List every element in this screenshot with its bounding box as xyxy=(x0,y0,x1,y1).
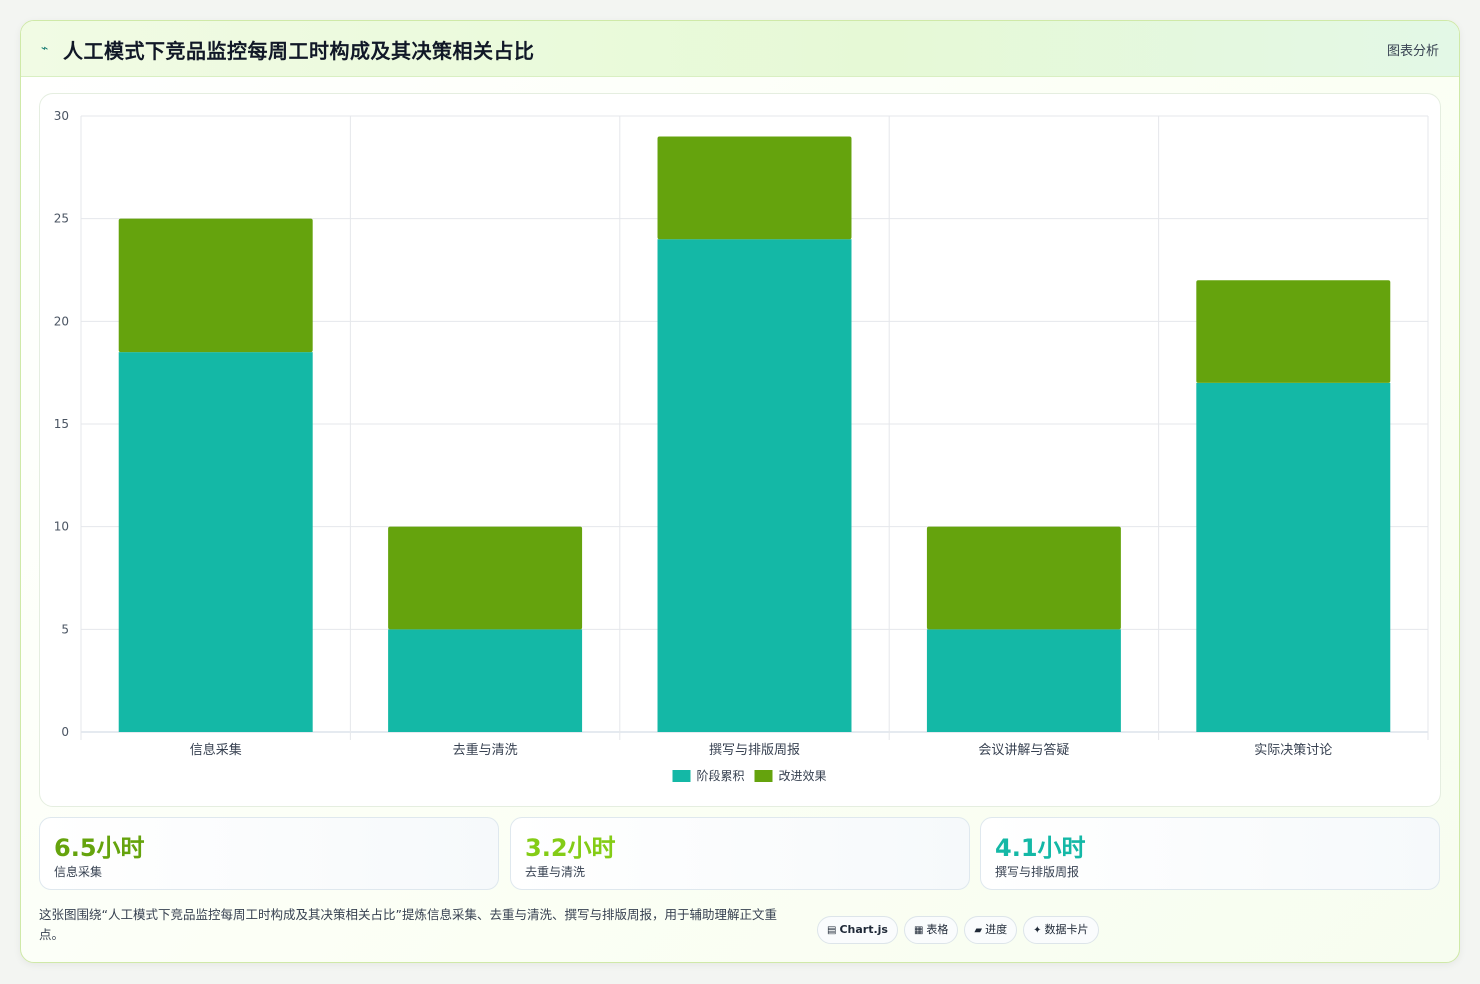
kpi-card: 3.2小时 去重与清洗 xyxy=(510,817,970,890)
chart-area: 0 5 10 15 20 25 30 信息采集 去重与清洗 撰写与排版周报 会议讲解与答疑 实际决策讨… xyxy=(39,93,1441,807)
kpi-value: 3.2小时 xyxy=(525,834,616,862)
legend-label: 阶段累积 xyxy=(697,768,745,783)
legend-label: 改进效果 xyxy=(779,768,827,783)
kpi-label: 信息采集 xyxy=(54,865,103,879)
y-tick-label: 0 xyxy=(61,725,69,739)
table-icon: ▦ xyxy=(913,925,924,936)
chip-label: 表格 xyxy=(926,923,949,936)
chart-caption: 这张图围绕“人工模式下竞品监控每周工时构成及其决策相关占比”提炼信息采集、去重与… xyxy=(39,907,777,942)
kpi-card: 6.5小时 信息采集 xyxy=(39,817,499,890)
chart-line-icon: ⌁ xyxy=(41,41,49,55)
bar-segment xyxy=(388,629,583,732)
bar-segment xyxy=(118,218,313,353)
bar-segment xyxy=(1196,382,1391,732)
y-tick-label: 10 xyxy=(54,520,69,534)
chip-label: Chart.js xyxy=(839,923,888,936)
x-tick-label: 会议讲解与答疑 xyxy=(978,742,1069,758)
x-tick-label: 撰写与排版周报 xyxy=(709,743,800,758)
kpi-label: 撰写与排版周报 xyxy=(995,865,1080,879)
stacked-bar-chart: 0 5 10 15 20 25 30 信息采集 去重与清洗 撰写与排版周报 会议讲解与答疑 实际决策讨… xyxy=(54,109,1429,783)
y-tick-label: 30 xyxy=(54,109,69,123)
chip-label: 数据卡片 xyxy=(1044,923,1089,936)
chip-table[interactable]: ▦ 表格 xyxy=(903,916,959,944)
y-tick-label: 20 xyxy=(54,314,69,328)
kpi-value: 6.5小时 xyxy=(54,834,145,862)
kpi-card: 4.1小时 撰写与排版周报 xyxy=(980,817,1440,890)
bar-segment xyxy=(926,629,1121,732)
y-tick-label: 25 xyxy=(54,212,69,226)
kpi-value: 4.1小时 xyxy=(995,834,1086,862)
x-tick-label: 实际决策讨论 xyxy=(1254,742,1332,758)
chip-progress[interactable]: ▰ 进度 xyxy=(964,916,1018,944)
chart-icon: ▤ xyxy=(827,925,837,936)
chip-label: 进度 xyxy=(985,923,1008,936)
card-header: ⌁ 人工模式下竞品监控每周工时构成及其决策相关占比 图表分析 xyxy=(21,21,1459,77)
y-tick-label: 15 xyxy=(54,417,69,431)
bar-segment xyxy=(657,239,852,732)
bar-segment xyxy=(657,136,852,240)
chart-analysis-tag: 图表分析 xyxy=(1386,44,1439,59)
bar-segment xyxy=(118,352,313,732)
tag-chips: ▤ Chart.js ▦ 表格 ▰ 进度 ✦ 数据卡片 xyxy=(817,916,1105,944)
chip-chartjs[interactable]: ▤ Chart.js xyxy=(817,916,898,944)
chart-title: 人工模式下竞品监控每周工时构成及其决策相关占比 xyxy=(63,39,535,63)
legend-swatch xyxy=(672,770,691,782)
x-tick-label: 去重与清洗 xyxy=(453,742,518,758)
chart-card: ⌁ 人工模式下竞品监控每周工时构成及其决策相关占比 图表分析 0 5 10 15 20 2… xyxy=(20,20,1460,963)
x-tick-label: 信息采集 xyxy=(190,742,242,758)
y-tick-label: 5 xyxy=(61,622,69,636)
bar-segment xyxy=(926,526,1121,630)
chip-data-card[interactable]: ✦ 数据卡片 xyxy=(1023,916,1099,944)
legend-swatch xyxy=(754,770,773,782)
kpi-label: 去重与清洗 xyxy=(525,865,586,879)
progress-icon: ▰ xyxy=(974,925,983,936)
bar-segment xyxy=(388,526,583,630)
sparkle-icon: ✦ xyxy=(1033,925,1042,936)
bar-segment xyxy=(1196,280,1391,383)
